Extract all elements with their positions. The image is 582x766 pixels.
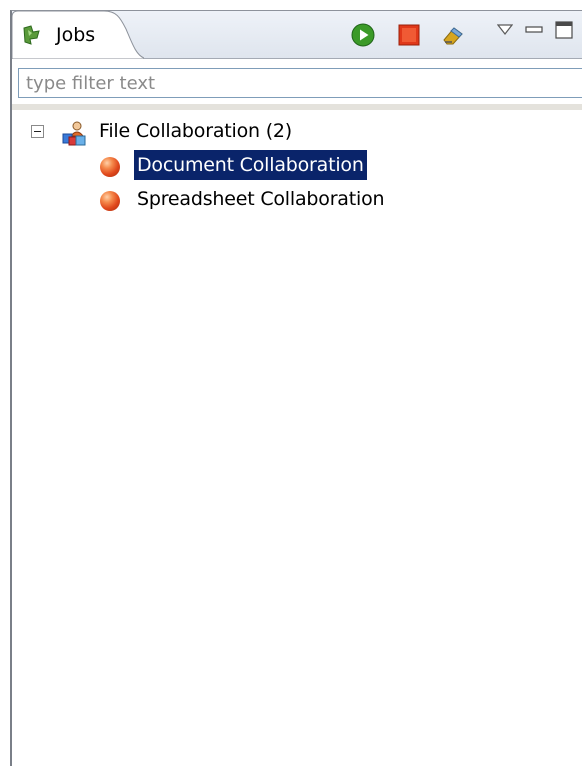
tree-item-label: Spreadsheet Collaboration [137, 188, 385, 210]
tree-item-row[interactable]: Spreadsheet Collaboration [12, 184, 582, 216]
stop-job-button[interactable] [395, 22, 423, 48]
maximize-icon [555, 21, 573, 39]
view-tab-bar: Jobs [12, 11, 582, 59]
job-ball-icon [100, 191, 120, 211]
filter-field[interactable] [18, 68, 582, 98]
jobs-view: Jobs type filter text File Collaboration… [10, 10, 582, 766]
tree-group-row[interactable]: File Collaboration (2) [12, 116, 582, 148]
tree-item-label: Document Collaboration [134, 150, 367, 180]
view-menu-button[interactable] [491, 17, 519, 43]
chevron-down-icon [497, 24, 513, 35]
jobs-icon [21, 24, 43, 46]
job-ball-icon [100, 157, 120, 177]
filter-separator [12, 104, 582, 110]
tree-group-label: File Collaboration (2) [99, 120, 293, 142]
tab-title: Jobs [56, 24, 96, 46]
collapse-toggle-icon[interactable] [31, 125, 44, 138]
tree-item-row[interactable]: Document Collaboration [12, 150, 582, 182]
play-icon [351, 23, 375, 47]
filter-input[interactable] [19, 69, 582, 97]
clear-jobs-button[interactable] [439, 22, 467, 48]
jobs-tab[interactable]: Jobs [12, 11, 144, 59]
minimize-icon [525, 26, 543, 33]
maximize-button[interactable] [550, 17, 578, 43]
eraser-icon [443, 27, 463, 45]
run-job-button[interactable] [349, 22, 377, 48]
minimize-button[interactable] [520, 17, 548, 43]
stop-icon [398, 24, 420, 46]
collaboration-group-icon [61, 120, 86, 146]
